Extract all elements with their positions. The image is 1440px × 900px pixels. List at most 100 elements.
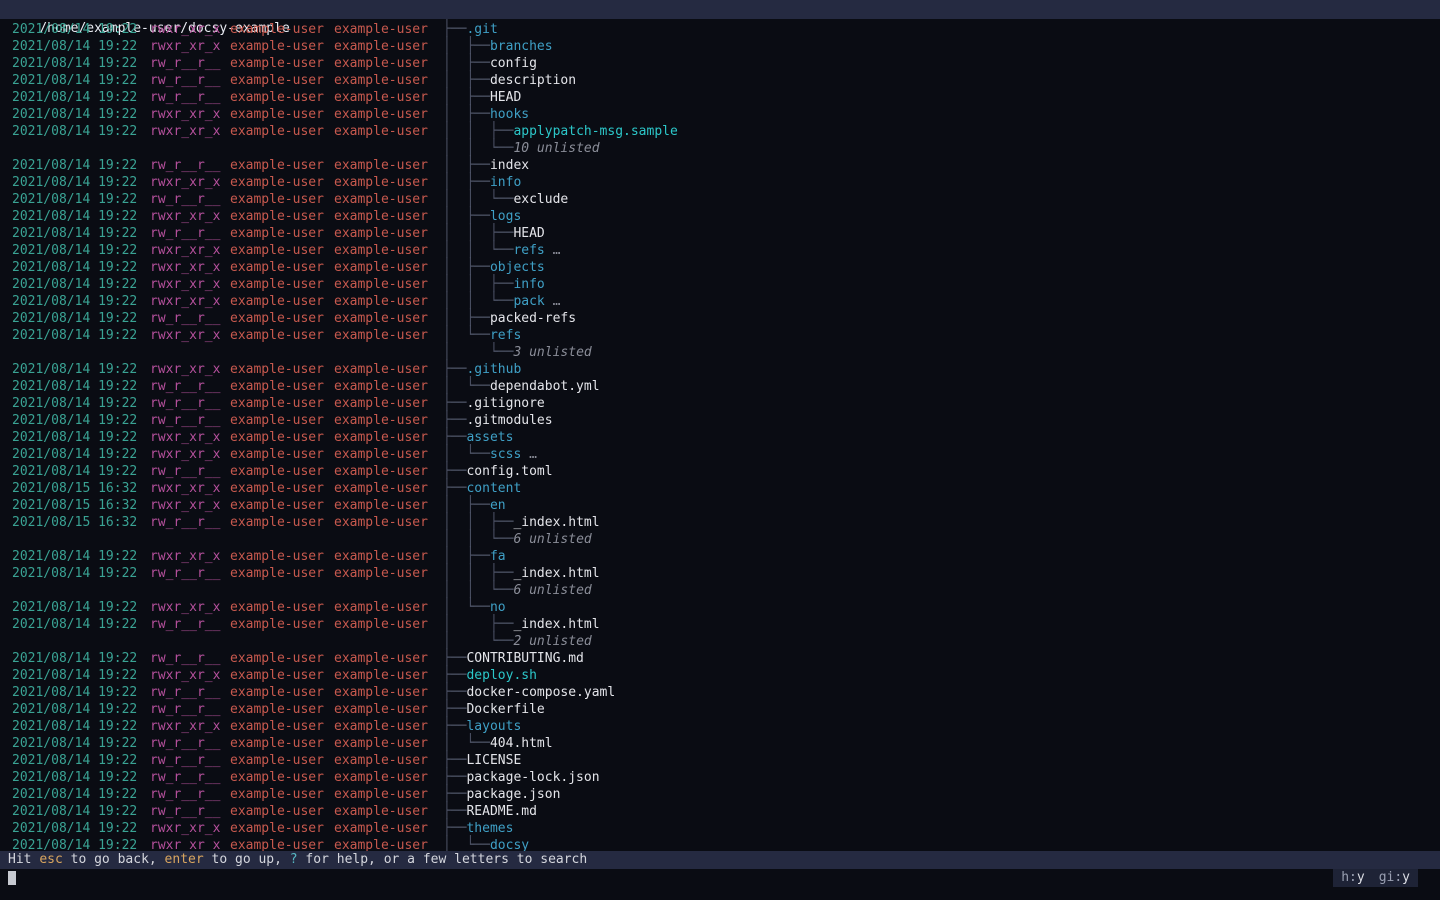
tree-row[interactable]: 2021/08/14 19:22rw_r__r__example-userexa… [0,395,1440,412]
file-permissions: rw_r__r__ [150,650,230,667]
file-group: example-user [334,718,443,735]
file-date: 2021/08/14 19:22 [12,259,150,276]
tree-row[interactable]: 2021/08/14 19:22rw_r__r__example-userexa… [0,735,1440,752]
file-owner: example-user [230,599,334,616]
file-permissions: rw_r__r__ [150,565,230,582]
tree-row[interactable]: 2021/08/14 19:22rwxr_xr_xexample-userexa… [0,718,1440,735]
tree-row[interactable]: │ └──3 unlisted [0,344,1440,361]
tree-row[interactable]: 2021/08/15 16:32rwxr_xr_xexample-userexa… [0,497,1440,514]
tree-row[interactable]: 2021/08/14 19:22rw_r__r__example-userexa… [0,803,1440,820]
file-permissions: rw_r__r__ [150,225,230,242]
tree-row[interactable]: 2021/08/14 19:22rwxr_xr_xexample-userexa… [0,837,1440,851]
file-permissions: rwxr_xr_x [150,293,230,310]
file-date: 2021/08/15 16:32 [12,497,150,514]
tree-row[interactable]: 2021/08/14 19:22rwxr_xr_xexample-userexa… [0,599,1440,616]
tree-row[interactable]: 2021/08/14 19:22rw_r__r__example-userexa… [0,752,1440,769]
tree-row[interactable]: 2021/08/14 19:22rw_r__r__example-userexa… [0,378,1440,395]
tree-row[interactable]: 2021/08/14 19:22rwxr_xr_xexample-userexa… [0,123,1440,140]
file-group: example-user [334,480,443,497]
tree-row[interactable]: 2021/08/14 19:22rw_r__r__example-userexa… [0,769,1440,786]
tree-row[interactable]: │ └──2 unlisted [0,633,1440,650]
tree-row[interactable]: 2021/08/14 19:22rw_r__r__example-userexa… [0,310,1440,327]
tree-row[interactable]: 2021/08/14 19:22rwxr_xr_xexample-userexa… [0,276,1440,293]
tree-row[interactable]: 2021/08/14 19:22rwxr_xr_xexample-userexa… [0,446,1440,463]
file-date: 2021/08/14 19:22 [12,650,150,667]
entry-name: en [490,498,506,513]
file-group: example-user [334,361,443,378]
tree-row[interactable]: 2021/08/14 19:22rwxr_xr_xexample-userexa… [0,106,1440,123]
toggle-flags: h:ygi:y [1333,869,1418,887]
tree-row[interactable]: 2021/08/14 19:22rwxr_xr_xexample-userexa… [0,242,1440,259]
file-owner: example-user [230,208,334,225]
file-group: example-user [334,514,443,531]
file-permissions: rw_r__r__ [150,616,230,633]
tree-row[interactable]: 2021/08/15 16:32rwxr_xr_xexample-userexa… [0,480,1440,497]
tree-row[interactable]: 2021/08/14 19:22rw_r__r__example-userexa… [0,89,1440,106]
file-group: example-user [334,123,443,140]
file-group: example-user [334,276,443,293]
tree-row[interactable]: 2021/08/14 19:22rw_r__r__example-userexa… [0,191,1440,208]
file-date: 2021/08/14 19:22 [12,735,150,752]
tree-row[interactable]: 2021/08/14 19:22rw_r__r__example-userexa… [0,650,1440,667]
tree-row[interactable]: 2021/08/14 19:22rwxr_xr_xexample-userexa… [0,21,1440,38]
tree-row[interactable]: 2021/08/14 19:22rw_r__r__example-userexa… [0,786,1440,803]
file-date: 2021/08/14 19:22 [12,293,150,310]
entry-name: content [466,481,521,496]
tree-row[interactable]: 2021/08/14 19:22rw_r__r__example-userexa… [0,55,1440,72]
file-date: 2021/08/14 19:22 [12,463,150,480]
file-permissions: rw_r__r__ [150,72,230,89]
file-owner: example-user [230,378,334,395]
file-group: example-user [334,650,443,667]
file-group: example-user [334,599,443,616]
path-bar[interactable]: /home/example-user/docsy-example [0,0,1440,19]
tree-row[interactable]: │ │ └──10 unlisted [0,140,1440,157]
file-permissions: rw_r__r__ [150,684,230,701]
file-date: 2021/08/14 19:22 [12,361,150,378]
entry-name: HEAD [490,90,521,105]
file-permissions: rw_r__r__ [150,514,230,531]
file-date: 2021/08/14 19:22 [12,89,150,106]
tree-row[interactable]: 2021/08/14 19:22rwxr_xr_xexample-userexa… [0,208,1440,225]
tree-row[interactable]: 2021/08/14 19:22rwxr_xr_xexample-userexa… [0,429,1440,446]
tree-row[interactable]: 2021/08/14 19:22rw_r__r__example-userexa… [0,157,1440,174]
file-group: example-user [334,786,443,803]
file-owner: example-user [230,412,334,429]
tree-row[interactable]: 2021/08/14 19:22rwxr_xr_xexample-userexa… [0,293,1440,310]
entry-name: .git [466,22,497,37]
file-permissions: rw_r__r__ [150,752,230,769]
broot-terminal: /home/example-user/docsy-example 2021/08… [0,0,1440,900]
file-date: 2021/08/14 19:22 [12,565,150,582]
file-permissions: rw_r__r__ [150,786,230,803]
tree-row[interactable]: 2021/08/14 19:22rw_r__r__example-userexa… [0,565,1440,582]
tree-row[interactable]: 2021/08/14 19:22rw_r__r__example-userexa… [0,684,1440,701]
entry-name: pack [513,294,544,309]
file-owner: example-user [230,735,334,752]
tree-row[interactable]: 2021/08/14 19:22rwxr_xr_xexample-userexa… [0,820,1440,837]
tree-row[interactable]: 2021/08/14 19:22rwxr_xr_xexample-userexa… [0,667,1440,684]
tree-row[interactable]: │ │ └──6 unlisted [0,582,1440,599]
file-owner: example-user [230,293,334,310]
file-group: example-user [334,106,443,123]
tree-row[interactable]: 2021/08/14 19:22rw_r__r__example-userexa… [0,616,1440,633]
flag-value: y [1357,870,1365,885]
file-group: example-user [334,378,443,395]
tree-row[interactable]: 2021/08/14 19:22rwxr_xr_xexample-userexa… [0,38,1440,55]
file-permissions: rwxr_xr_x [150,242,230,259]
file-group: example-user [334,667,443,684]
tree-row[interactable]: 2021/08/14 19:22rwxr_xr_xexample-userexa… [0,361,1440,378]
tree-row[interactable]: 2021/08/14 19:22rwxr_xr_xexample-userexa… [0,174,1440,191]
file-date: 2021/08/14 19:22 [12,701,150,718]
tree-row[interactable]: 2021/08/14 19:22rwxr_xr_xexample-userexa… [0,327,1440,344]
tree-row[interactable]: 2021/08/14 19:22rw_r__r__example-userexa… [0,72,1440,89]
file-permissions: rw_r__r__ [150,157,230,174]
tree-row[interactable]: 2021/08/14 19:22rw_r__r__example-userexa… [0,701,1440,718]
tree-row[interactable]: 2021/08/14 19:22rw_r__r__example-userexa… [0,412,1440,429]
tree-row[interactable]: 2021/08/14 19:22rw_r__r__example-userexa… [0,225,1440,242]
tree-row[interactable]: │ │ └──6 unlisted [0,531,1440,548]
tree-row[interactable]: 2021/08/15 16:32rw_r__r__example-userexa… [0,514,1440,531]
command-input-line[interactable]: h:ygi:y [0,869,1440,887]
file-permissions: rw_r__r__ [150,769,230,786]
tree-row[interactable]: 2021/08/14 19:22rwxr_xr_xexample-userexa… [0,548,1440,565]
tree-row[interactable]: 2021/08/14 19:22rwxr_xr_xexample-userexa… [0,259,1440,276]
tree-row[interactable]: 2021/08/14 19:22rw_r__r__example-userexa… [0,463,1440,480]
